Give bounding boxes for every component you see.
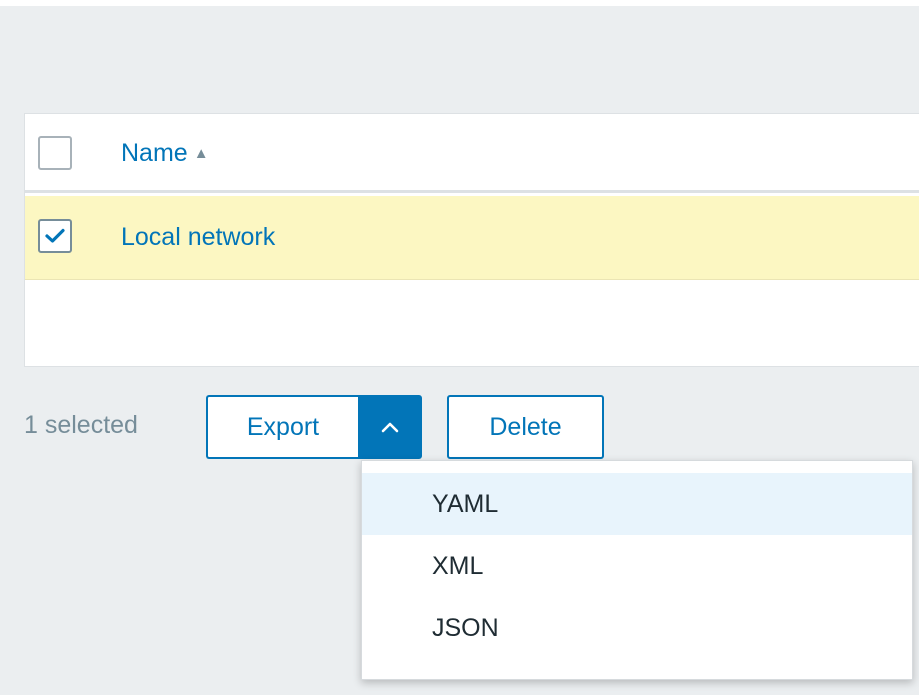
chevron-up-icon bbox=[381, 422, 399, 433]
host-groups-table: Name ▲ Local network bbox=[24, 113, 919, 367]
export-dropdown-toggle[interactable] bbox=[358, 395, 422, 459]
checkmark-icon bbox=[45, 228, 65, 243]
table-row: Local network bbox=[25, 196, 919, 280]
row-name-link[interactable]: Local network bbox=[121, 222, 275, 252]
top-edge bbox=[0, 0, 919, 6]
menu-item-yaml[interactable]: YAML bbox=[362, 473, 912, 535]
export-button[interactable]: Export bbox=[206, 395, 358, 459]
row-checkbox[interactable] bbox=[38, 219, 72, 253]
delete-button[interactable]: Delete bbox=[447, 395, 604, 459]
menu-item-json[interactable]: JSON bbox=[362, 597, 912, 659]
name-column-label: Name bbox=[121, 139, 188, 167]
selected-count-label: 1 selected bbox=[24, 411, 138, 439]
name-column-header[interactable]: Name ▲ bbox=[121, 138, 209, 169]
sort-ascending-icon: ▲ bbox=[193, 145, 209, 162]
table-header-row: Name ▲ bbox=[25, 114, 919, 193]
menu-item-xml[interactable]: XML bbox=[362, 535, 912, 597]
page: Name ▲ Local network 1 selected Export De… bbox=[0, 0, 919, 695]
select-all-checkbox[interactable] bbox=[38, 136, 72, 170]
export-format-menu: YAML XML JSON bbox=[361, 460, 913, 680]
